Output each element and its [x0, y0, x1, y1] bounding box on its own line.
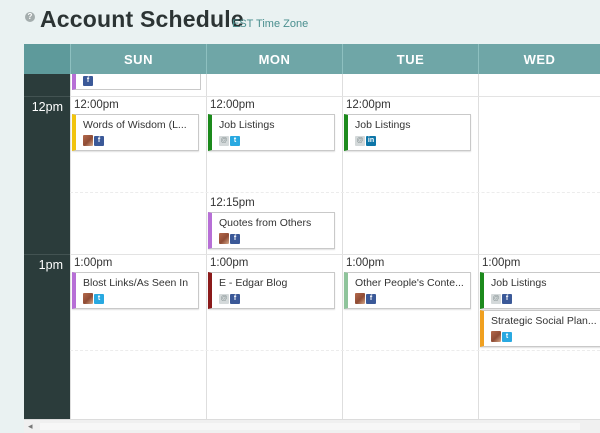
day-header-mon[interactable]: MON	[206, 44, 342, 74]
card-title: Quotes from Others	[219, 217, 312, 229]
event-card[interactable]: Quotes from Others f	[208, 212, 335, 249]
facebook-icon: f	[230, 234, 240, 244]
card-title: Job Listings	[491, 277, 547, 289]
half-hour-gridline	[70, 192, 600, 193]
card-network-icons: t	[491, 331, 512, 342]
card-network-icons: @ t	[219, 135, 240, 146]
slot-time-label: 12:15pm	[210, 197, 255, 209]
hour-gridline	[70, 96, 600, 97]
card-network-icons: @ f	[219, 293, 240, 304]
email-icon: @	[219, 136, 229, 146]
facebook-icon: f	[94, 136, 104, 146]
facebook-icon: f	[502, 294, 512, 304]
avatar	[83, 293, 93, 304]
card-network-icons: f	[83, 135, 104, 146]
hour-divider	[24, 254, 70, 255]
event-card[interactable]: E - Edgar Blog @ f	[208, 272, 335, 309]
page-title: Account Schedule	[40, 6, 244, 32]
card-title: Strategic Social Plan...	[491, 315, 597, 327]
slot-time-label: 1:00pm	[346, 257, 385, 269]
card-title: Job Listings	[355, 119, 411, 131]
card-network-icons: f	[219, 233, 240, 244]
card-network-icons: @ f	[491, 293, 512, 304]
day-header-wed[interactable]: WED	[478, 44, 600, 74]
email-icon: @	[491, 294, 501, 304]
card-title: Blost Links/As Seen In	[83, 277, 189, 289]
calendar-grid: f 12:00pm Words of Wisdom (L... f 12:00pm Jo…	[70, 74, 600, 419]
slot-time-label: 1:00pm	[74, 257, 113, 269]
half-hour-gridline	[70, 350, 600, 351]
event-card[interactable]: Job Listings @ in	[344, 114, 471, 151]
timezone-label: EST Time Zone	[232, 18, 309, 30]
twitter-icon: t	[502, 332, 512, 342]
card-network-icons: t	[83, 293, 104, 304]
day-header-row: SUN MON TUE WED	[70, 44, 600, 74]
horizontal-scrollbar[interactable]: ◂	[24, 419, 600, 433]
event-card[interactable]: Job Listings @ f	[480, 272, 600, 309]
hour-gridline	[70, 254, 600, 255]
hour-divider	[24, 96, 70, 97]
time-column: 12pm 1pm	[24, 74, 70, 419]
avatar	[355, 293, 365, 304]
scroll-left-arrow-icon[interactable]: ◂	[28, 421, 33, 432]
day-header-sun[interactable]: SUN	[70, 44, 206, 74]
scroll-thumb[interactable]	[40, 423, 580, 430]
header-corner	[24, 44, 70, 74]
event-card[interactable]: Words of Wisdom (L... f	[72, 114, 199, 151]
hour-label-12pm: 12pm	[31, 100, 63, 114]
hour-label-1pm: 1pm	[38, 258, 63, 272]
slot-time-label: 12:00pm	[346, 99, 391, 111]
event-card[interactable]: Other People's Conte... f	[344, 272, 471, 309]
help-icon[interactable]: ?	[25, 12, 35, 22]
slot-time-label: 12:00pm	[74, 99, 119, 111]
day-header-tue[interactable]: TUE	[342, 44, 478, 74]
facebook-icon: f	[366, 294, 376, 304]
card-network-icons: @ in	[355, 135, 376, 146]
slot-time-label: 1:00pm	[210, 257, 249, 269]
card-network-icons: f	[355, 293, 376, 304]
event-card[interactable]: Blost Links/As Seen In t	[72, 272, 199, 309]
twitter-icon: t	[94, 294, 104, 304]
card-title: Words of Wisdom (L...	[83, 119, 187, 131]
facebook-icon: f	[230, 294, 240, 304]
day-column-wed	[478, 74, 600, 419]
event-card[interactable]: Job Listings @ t	[208, 114, 335, 151]
schedule-calendar: SUN MON TUE WED 12pm 1pm f 12:00pm Words of W…	[24, 44, 600, 433]
avatar	[491, 331, 501, 342]
slot-time-label: 12:00pm	[210, 99, 255, 111]
card-title: Other People's Conte...	[355, 277, 464, 289]
linkedin-icon: in	[366, 136, 376, 146]
avatar	[219, 233, 229, 244]
card-title: Job Listings	[219, 119, 275, 131]
slot-time-label: 1:00pm	[482, 257, 521, 269]
email-icon: @	[355, 136, 365, 146]
event-card[interactable]: Strategic Social Plan... t	[480, 310, 600, 347]
email-icon: @	[219, 294, 229, 304]
card-title: E - Edgar Blog	[219, 277, 288, 289]
twitter-icon: t	[230, 136, 240, 146]
avatar	[83, 135, 93, 146]
